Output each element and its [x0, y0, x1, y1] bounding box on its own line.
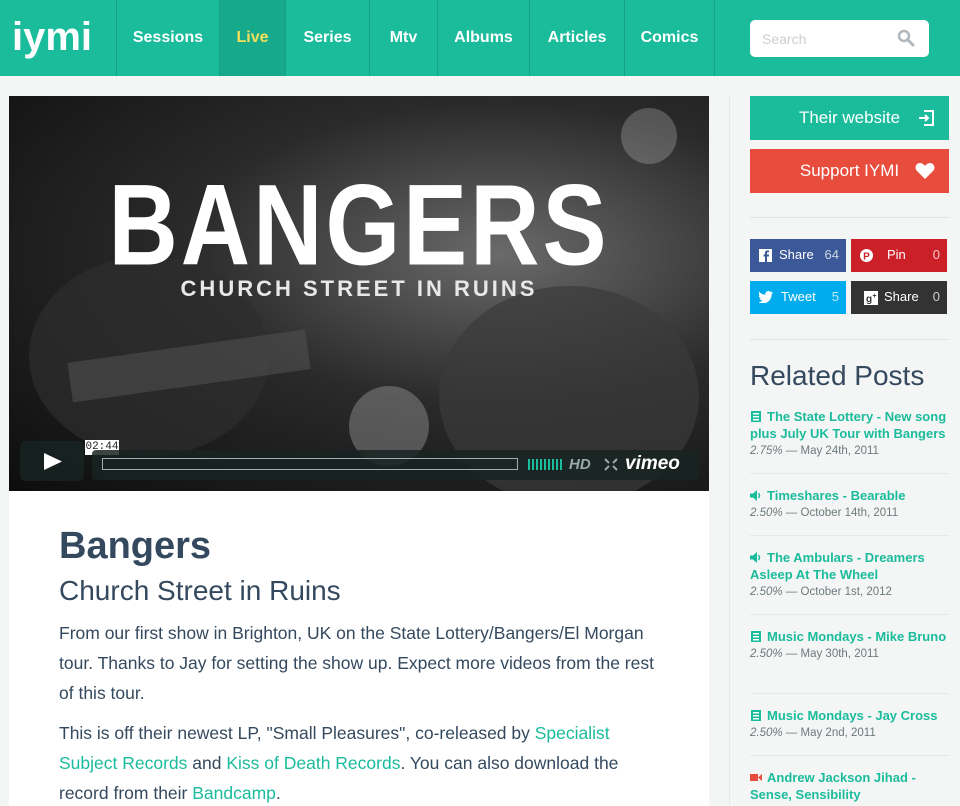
related-divider — [750, 535, 949, 536]
play-button[interactable] — [20, 441, 84, 481]
kiss-of-death-link[interactable]: Kiss of Death Records — [226, 753, 400, 773]
related-post-meta: 2.50% — October 1st, 2012 — [750, 586, 892, 598]
related-divider — [750, 755, 949, 756]
related-post-link[interactable]: Music Mondays - Mike Bruno — [750, 628, 949, 645]
video-icon — [750, 774, 762, 781]
search-input[interactable] — [750, 20, 900, 57]
google-share-button[interactable]: g + Share 0 — [851, 281, 947, 314]
document-icon — [751, 631, 761, 642]
video-title: BANGERS — [108, 161, 610, 290]
nav-item-sessions[interactable]: Sessions — [116, 0, 219, 76]
related-divider — [750, 473, 949, 474]
related-post-link[interactable]: Music Mondays - Jay Cross — [750, 707, 949, 724]
nav-menu: Sessions Live Series Mtv Albums Articles… — [116, 0, 715, 76]
svg-text:g: g — [866, 294, 872, 305]
pinterest-pin-button[interactable]: P Pin 0 — [851, 239, 947, 272]
nav-item-articles[interactable]: Articles — [529, 0, 624, 76]
related-post-meta: 2.50% — May 30th, 2011 — [750, 648, 879, 660]
svg-text:iymi: iymi — [12, 15, 92, 59]
twitter-icon — [759, 291, 773, 303]
svg-text:+: + — [872, 293, 876, 300]
iymi-logo[interactable]: iymi — [10, 10, 100, 66]
volume-icon[interactable] — [528, 459, 562, 470]
video-progress-bar[interactable] — [102, 458, 518, 470]
nav-item-series[interactable]: Series — [285, 0, 369, 76]
facebook-share-button[interactable]: Share 64 — [750, 239, 846, 272]
nav-item-comics[interactable]: Comics — [624, 0, 714, 76]
related-post-link[interactable]: The State Lottery - New song plus July U… — [750, 408, 949, 442]
nav-item-albums[interactable]: Albums — [437, 0, 529, 76]
related-divider — [750, 693, 949, 694]
related-post: The State Lottery - New song plus July U… — [750, 408, 949, 457]
related-post-link[interactable]: The Ambulars - Dreamers Asleep At The Wh… — [750, 549, 949, 583]
svg-text:P: P — [863, 252, 870, 263]
related-post-link[interactable]: Timeshares - Bearable — [750, 487, 949, 504]
video-controls: HD vimeo — [92, 450, 699, 480]
pinterest-icon: P — [860, 249, 873, 262]
nav-item-mtv[interactable]: Mtv — [369, 0, 437, 76]
column-divider — [729, 96, 730, 806]
nav-item-live[interactable]: Live — [219, 0, 285, 76]
facebook-icon — [759, 249, 772, 262]
related-post-meta: 2.50% — May 2nd, 2011 — [750, 727, 876, 739]
play-icon — [44, 453, 62, 470]
page-subtitle: Church Street in Ruins — [59, 575, 341, 606]
related-post-meta: 2.75% — May 24th, 2011 — [750, 445, 879, 457]
related-divider — [750, 614, 949, 615]
document-icon — [751, 710, 761, 721]
heart-icon — [915, 163, 935, 179]
article-paragraph-2: This is off their newest LP, "Small Plea… — [59, 723, 619, 803]
support-iymi-button[interactable]: Support IYMI — [750, 149, 949, 193]
fullscreen-icon[interactable] — [604, 458, 618, 471]
twitter-tweet-button[interactable]: Tweet 5 — [750, 281, 846, 314]
related-post-meta: 2.50% — October 14th, 2011 — [750, 507, 899, 519]
external-link-icon — [919, 110, 934, 126]
audio-icon — [750, 552, 761, 563]
bandcamp-link[interactable]: Bandcamp — [192, 783, 276, 803]
google-icon: g + — [864, 291, 878, 305]
vimeo-logo[interactable]: vimeo — [625, 453, 680, 475]
video-subtitle: CHURCH STREET IN RUINS — [180, 276, 538, 301]
related-post: The Ambulars - Dreamers Asleep At The Wh… — [750, 549, 949, 598]
video-player[interactable]: BANGERS CHURCH STREET IN RUINS 02:44 HD … — [9, 96, 709, 491]
top-navbar: iymi Sessions Live Series Mtv Albums Art… — [0, 0, 960, 76]
document-icon — [751, 411, 761, 422]
search-icon[interactable] — [897, 29, 915, 47]
sidebar-divider — [750, 339, 949, 340]
related-post: Music Mondays - Jay Cross 2.50% — May 2n… — [750, 707, 949, 739]
related-post-link[interactable]: Andrew Jackson Jihad - Sense, Sensibilit… — [750, 769, 949, 803]
nav-divider — [714, 0, 715, 76]
audio-icon — [750, 490, 761, 501]
article-paragraph-1: From our first show in Brighton, UK on t… — [59, 623, 654, 703]
related-post: Music Mondays - Mike Bruno 2.50% — May 3… — [750, 628, 949, 660]
their-website-button[interactable]: Their website — [750, 96, 949, 140]
related-post: Andrew Jackson Jihad - Sense, Sensibilit… — [750, 769, 949, 803]
related-posts-heading: Related Posts — [750, 360, 925, 391]
related-post: Timeshares - Bearable 2.50% — October 14… — [750, 487, 949, 519]
hd-toggle[interactable]: HD — [569, 456, 591, 473]
sidebar-divider — [750, 217, 949, 218]
page-title: Bangers — [59, 525, 212, 567]
